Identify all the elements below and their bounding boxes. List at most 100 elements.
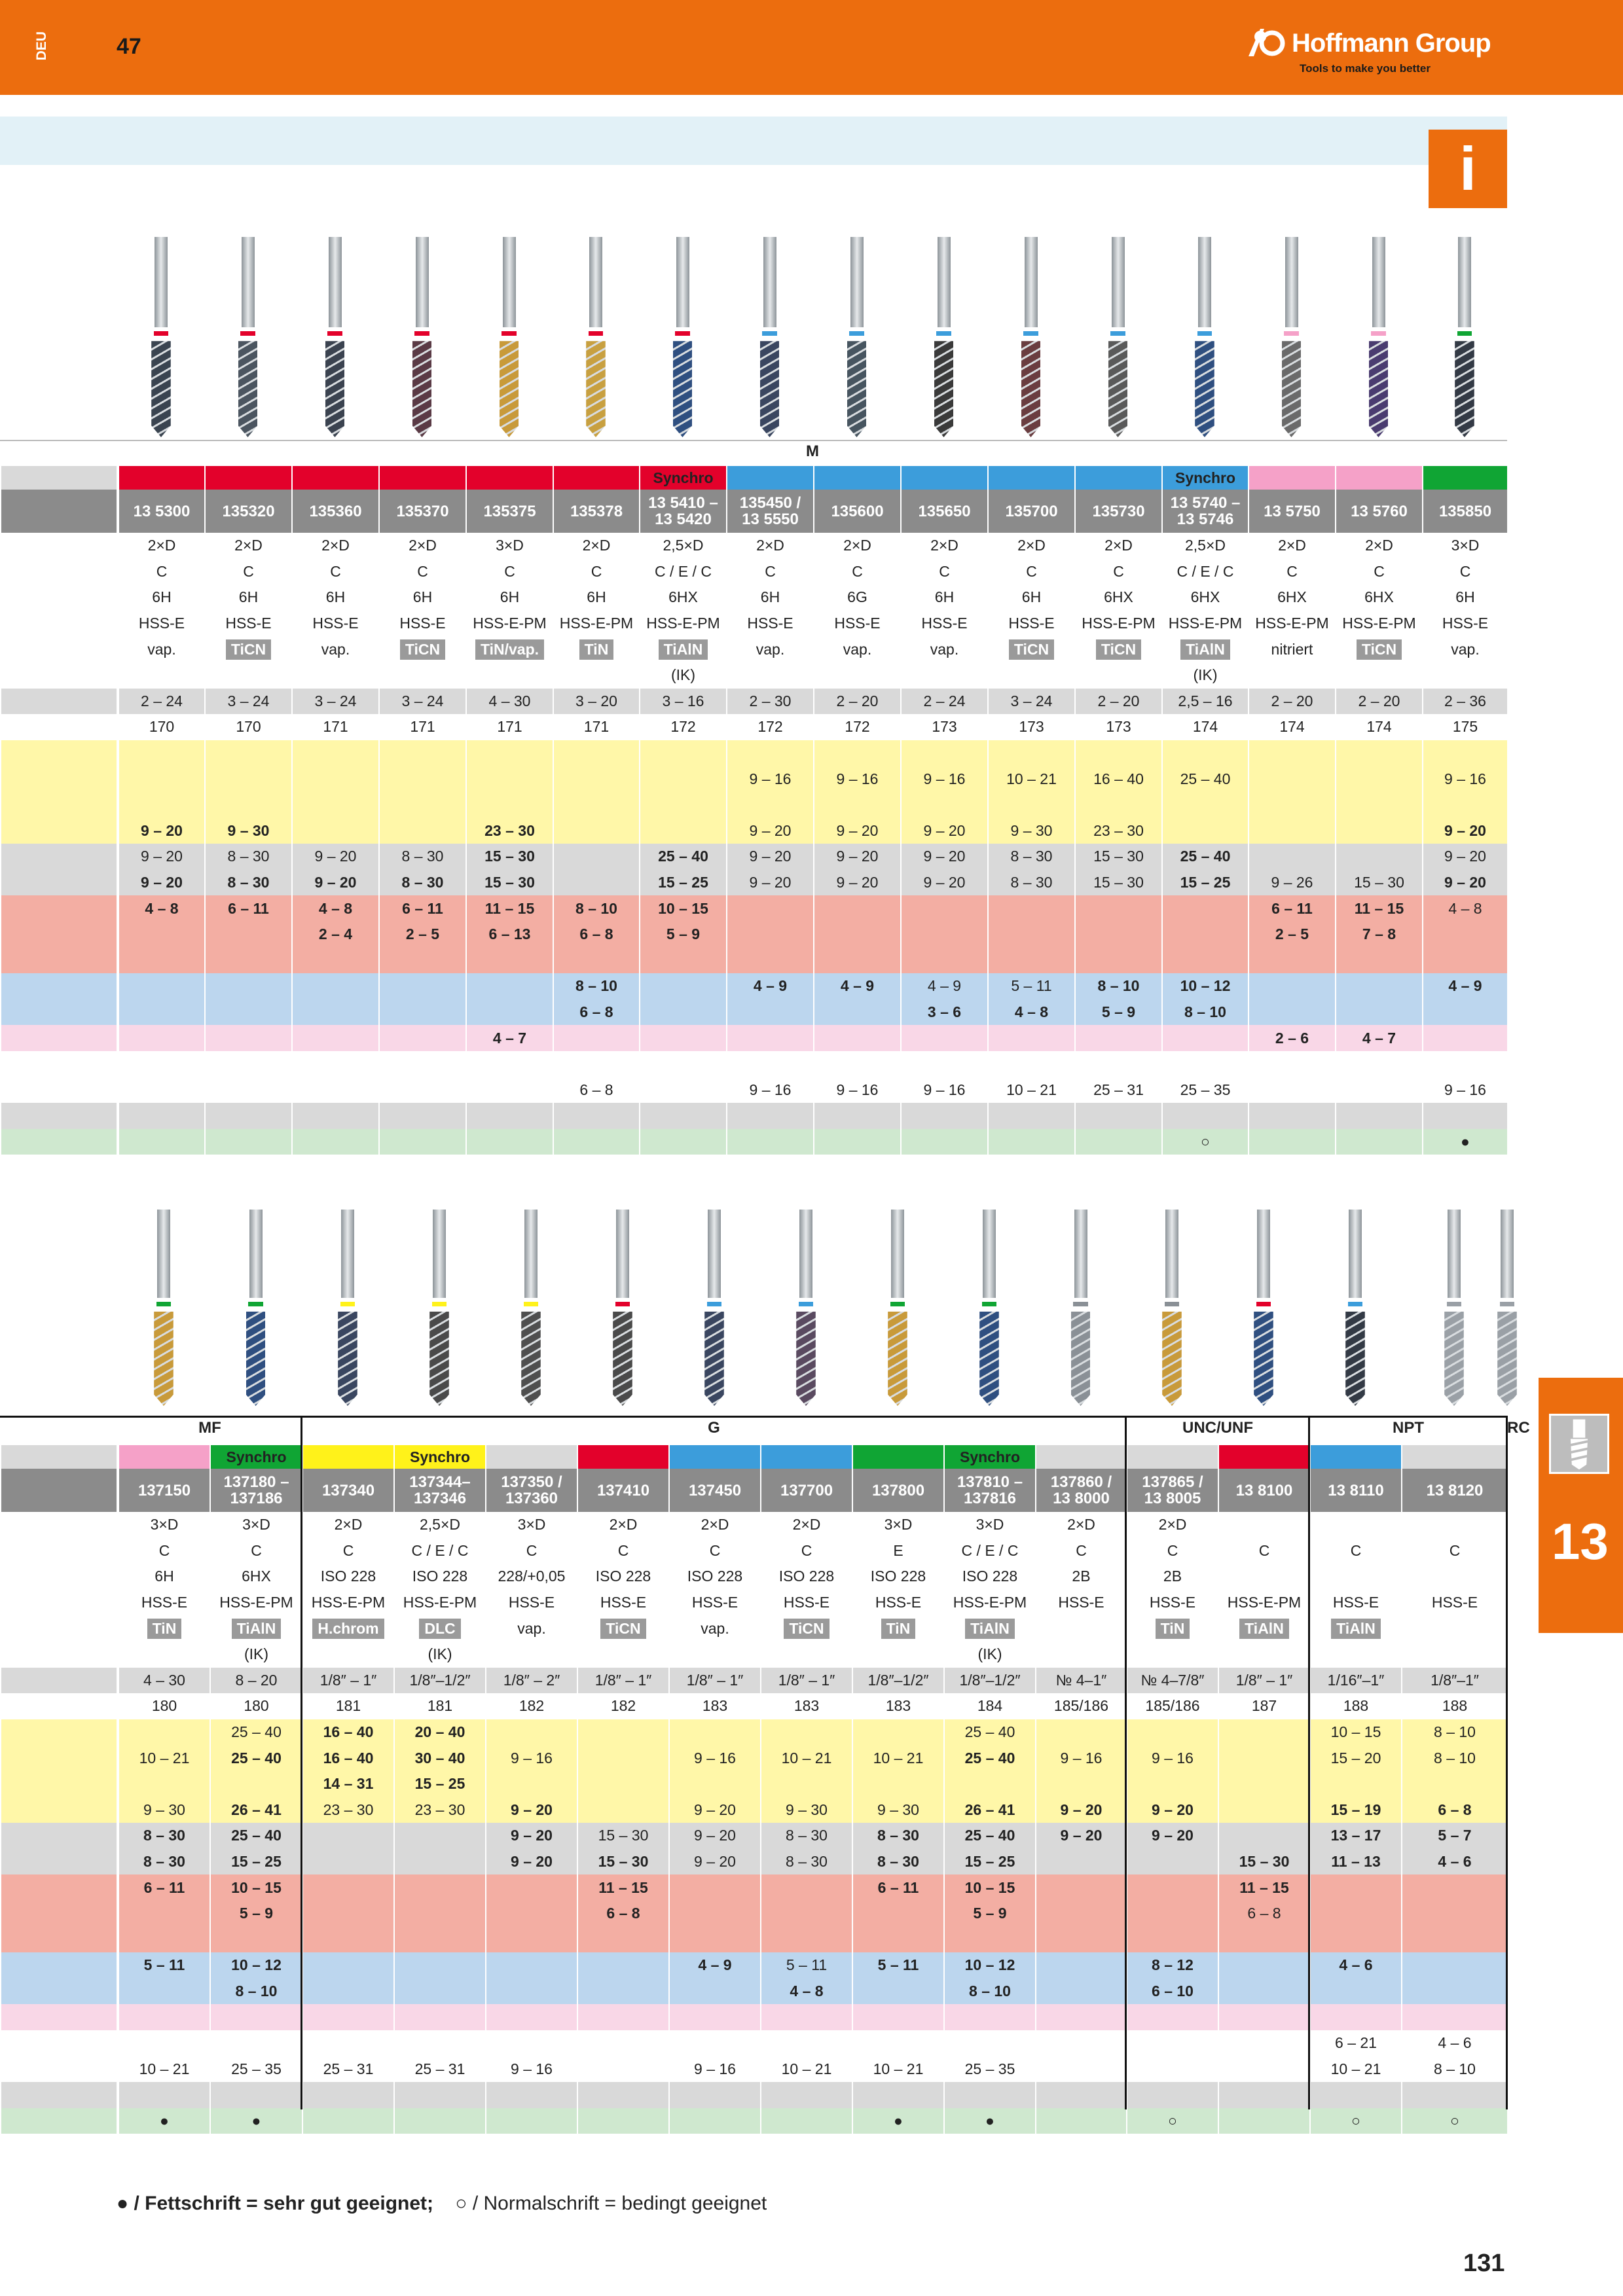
table-cell bbox=[1335, 766, 1422, 792]
table-cell: TiN bbox=[1126, 1615, 1218, 1641]
table-cell bbox=[291, 817, 378, 844]
tool-flute bbox=[1254, 1312, 1273, 1406]
row-label-cell bbox=[0, 1901, 117, 1927]
table-cell bbox=[987, 1051, 1074, 1077]
table-cell bbox=[210, 2004, 302, 2030]
table-cell bbox=[1309, 1874, 1401, 1901]
table-cell bbox=[302, 1848, 393, 1875]
table-cell bbox=[987, 947, 1074, 974]
table-cell bbox=[1248, 947, 1335, 974]
group-separator bbox=[1506, 1416, 1508, 2109]
table-cell: 9 – 20 bbox=[485, 1848, 577, 1875]
table-cell: 10 – 15 bbox=[1309, 1719, 1401, 1746]
table-cell bbox=[900, 1128, 987, 1155]
table-cell: 30 – 40 bbox=[393, 1745, 485, 1771]
tool-shank bbox=[1198, 237, 1211, 327]
table-cell bbox=[553, 792, 639, 818]
table-cell bbox=[726, 947, 813, 974]
table-cell bbox=[1422, 999, 1507, 1026]
thread-group-label: MF bbox=[198, 1419, 221, 1437]
table-cell: 4 – 30 bbox=[465, 688, 553, 715]
article-number: 135378 bbox=[553, 490, 639, 533]
table-cell bbox=[1161, 817, 1248, 844]
table-cell bbox=[1248, 817, 1335, 844]
table-cell bbox=[639, 999, 726, 1026]
coating-badge: TiAlN bbox=[965, 1618, 1015, 1639]
table-cell: 6 – 11 bbox=[204, 895, 291, 922]
tool-flute bbox=[704, 1312, 724, 1406]
table-cell: HSS-E bbox=[118, 610, 204, 637]
tool-flute bbox=[672, 341, 693, 437]
tool-shank bbox=[850, 237, 864, 327]
table-cell bbox=[465, 1128, 553, 1155]
table-cell: 4 – 8 bbox=[118, 895, 204, 922]
table-cell: 8 – 30 bbox=[204, 844, 291, 870]
table-cell: 9 – 20 bbox=[726, 817, 813, 844]
table-cell: 182 bbox=[485, 1693, 577, 1719]
table-cell bbox=[465, 740, 553, 766]
table-cell bbox=[302, 1874, 393, 1901]
tool-color-ring bbox=[1347, 1302, 1363, 1306]
table-cell: (IK) bbox=[1161, 662, 1248, 689]
table-cell: 9 – 20 bbox=[118, 817, 204, 844]
table-cell: vap. bbox=[900, 636, 987, 662]
table-cell bbox=[1218, 2030, 1309, 2056]
table-cell bbox=[553, 1128, 639, 1155]
table-cell bbox=[1126, 1874, 1218, 1901]
table-cell: C bbox=[204, 558, 291, 585]
language-code: DEU bbox=[34, 31, 49, 61]
table-cell: 183 bbox=[760, 1693, 852, 1719]
table-cell bbox=[1335, 999, 1422, 1026]
table-row: (IK) (IK) bbox=[0, 662, 1507, 689]
table-cell: 2×D bbox=[813, 533, 900, 559]
table-cell: nitriert bbox=[1248, 636, 1335, 662]
tool-color-ring bbox=[414, 331, 429, 336]
info-button[interactable]: i bbox=[1429, 130, 1507, 208]
table-cell bbox=[1309, 1512, 1401, 1538]
table-cell bbox=[1126, 2082, 1218, 2108]
table-cell: 6HX bbox=[1161, 584, 1248, 611]
table-cell bbox=[760, 1901, 852, 1927]
table-cell: 9 – 16 bbox=[668, 1745, 760, 1771]
table-row: 3×D 3×D 2×D 2,5×D 3×D 2×D 2×D 2×D 3×D 3×D 2×D 2×D bbox=[0, 1512, 1507, 1538]
table-cell: 9 – 30 bbox=[204, 817, 291, 844]
table-cell: TiN bbox=[553, 636, 639, 662]
tap-tool-image bbox=[793, 1210, 819, 1406]
table-cell: 1/8″ – 1″ bbox=[577, 1667, 668, 1694]
group-divider-line bbox=[0, 440, 1507, 441]
tool-shank bbox=[799, 1210, 812, 1298]
row-label-cell bbox=[0, 1077, 117, 1103]
tool-shank bbox=[415, 237, 429, 327]
table-cell bbox=[577, 1745, 668, 1771]
table-cell bbox=[378, 817, 465, 844]
table-cell bbox=[1309, 2004, 1401, 2030]
table-cell: HSS-E-PM bbox=[1335, 610, 1422, 637]
table-cell bbox=[577, 2004, 668, 2030]
table-cell: 3×D bbox=[852, 1512, 943, 1538]
table-cell: C bbox=[1035, 1537, 1126, 1564]
article-number: 135730 bbox=[1074, 490, 1161, 533]
table-cell: 9 – 16 bbox=[485, 1745, 577, 1771]
table-cell bbox=[1309, 2082, 1401, 2108]
tool-color-ring bbox=[1256, 1302, 1271, 1306]
table-cell bbox=[465, 766, 553, 792]
row-label-cell bbox=[0, 922, 117, 948]
table-cell bbox=[1218, 1823, 1309, 1849]
table-cell: 6H bbox=[118, 584, 204, 611]
table-cell: 9 – 30 bbox=[987, 817, 1074, 844]
table-cell: HSS-E bbox=[118, 1589, 210, 1616]
table-cell: 2×D bbox=[1074, 533, 1161, 559]
tool-shank bbox=[341, 1210, 354, 1298]
table-row: 6H 6H 6H 6H 6H 6H 6HX 6H 6G 6H 6H 6HX 6HX 6HX 6HX 6H bbox=[0, 584, 1507, 611]
band-cell: Synchro bbox=[210, 1445, 302, 1469]
table-cell: vap. bbox=[291, 636, 378, 662]
table-cell: 15 – 30 bbox=[577, 1848, 668, 1875]
table-cell bbox=[987, 1103, 1074, 1129]
tool-color-ring bbox=[615, 1302, 630, 1306]
table-cell: 9 – 16 bbox=[726, 766, 813, 792]
band-cell bbox=[302, 1445, 393, 1469]
table-cell: 2×D bbox=[291, 533, 378, 559]
row-label-cell bbox=[0, 610, 117, 637]
info-icon: i bbox=[1459, 134, 1477, 203]
row-label-cell bbox=[0, 1103, 117, 1129]
